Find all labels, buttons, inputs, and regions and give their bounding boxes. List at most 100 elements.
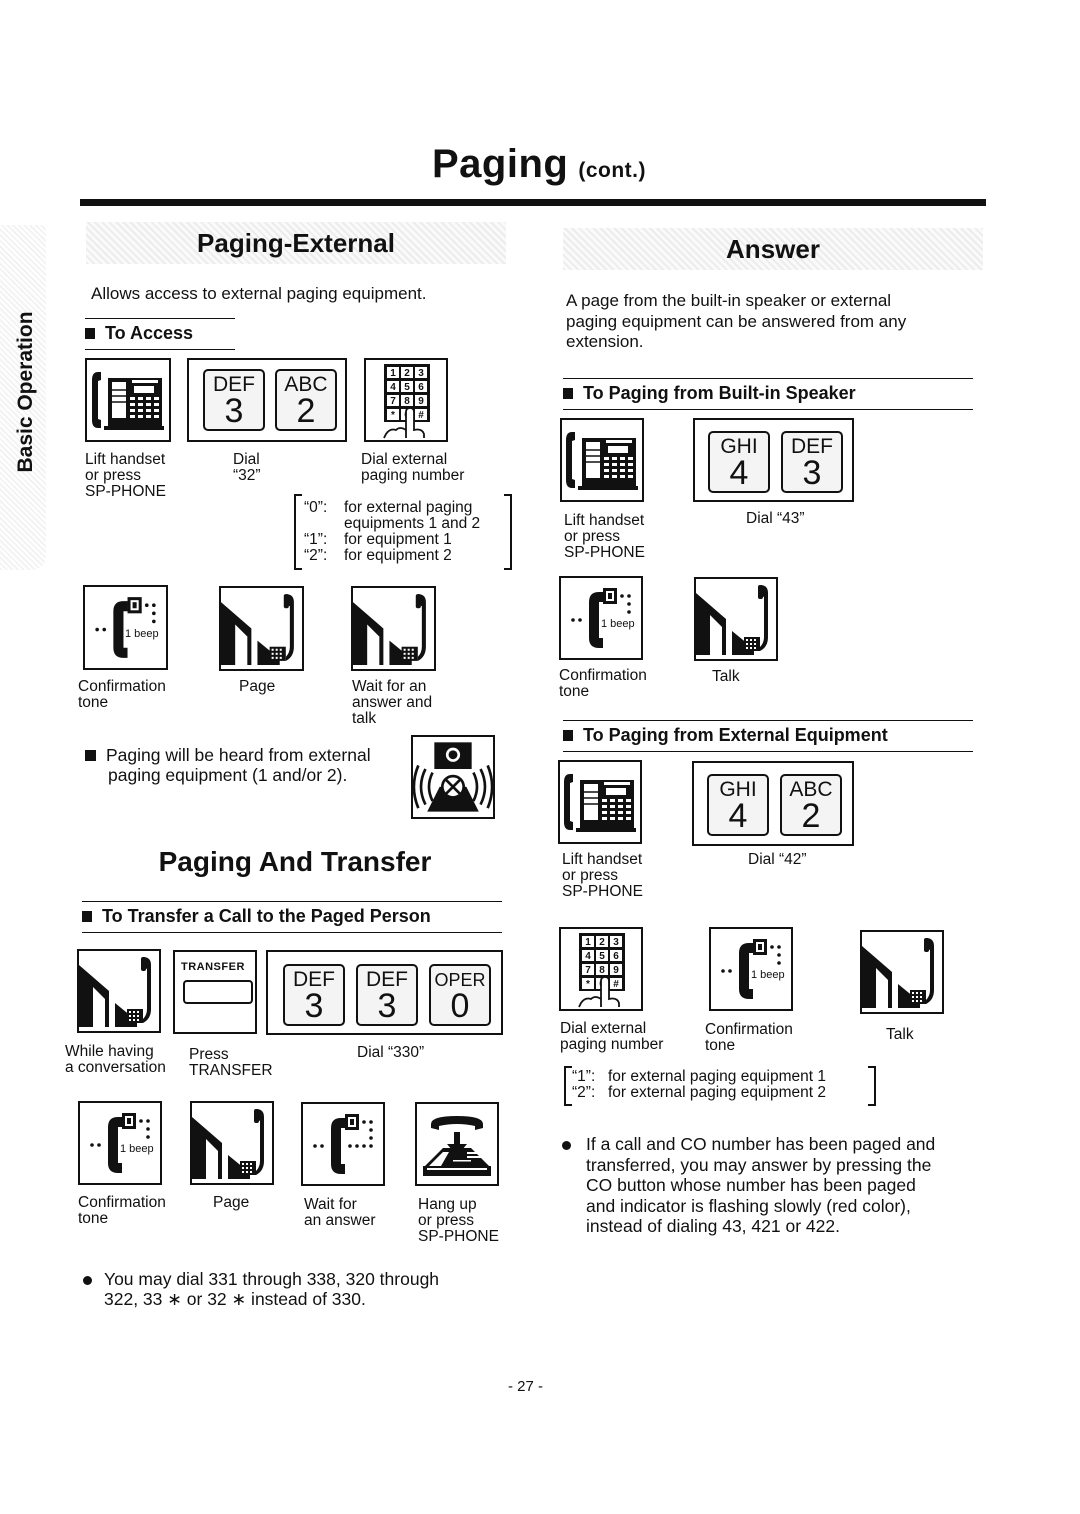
- square-bullet-icon: [85, 328, 95, 339]
- subheading-builtin-speaker: To Paging from Built-in Speaker: [563, 378, 973, 410]
- page-talk-icon: [353, 588, 434, 669]
- external-number-note: “0”: for external paging equipments 1 and…: [294, 494, 512, 570]
- square-bullet-icon: [82, 911, 92, 922]
- keypad-finger-icon: [561, 929, 641, 1009]
- confirmation-tone-step: 1 beep: [559, 576, 643, 660]
- caption-talk: Talk: [712, 668, 740, 685]
- section-heading-paging-external: Paging-External: [86, 222, 506, 264]
- dial-external-number-step: [559, 927, 643, 1011]
- section-heading-paging-transfer: Paging And Transfer: [158, 846, 432, 877]
- paging-external-description: Allows access to external paging equipme…: [91, 284, 427, 303]
- subheading-external-equipment: To Paging from External Equipment: [563, 720, 973, 752]
- caption-talk: Talk: [886, 1026, 914, 1043]
- phone-handset-icon: [562, 420, 642, 500]
- dial-43-step: GHI 4 DEF 3: [693, 418, 854, 502]
- beep-label: 1 beep: [751, 969, 785, 981]
- caption-dial-42: Dial “42”: [748, 851, 807, 868]
- keypad-finger-icon: [366, 360, 446, 440]
- caption-lift-handset: Lift handset or press SP-PHONE: [562, 851, 643, 900]
- caption-confirmation-tone: Confirmation tone: [559, 667, 647, 700]
- transfer-button-step: TRANSFER: [173, 950, 257, 1034]
- section-heading-answer: Answer: [563, 228, 983, 270]
- beep-label: 1 beep: [601, 618, 635, 630]
- title-rule: [80, 199, 986, 206]
- caption-dial-32: Dial “32”: [233, 451, 261, 484]
- caption-dial-external: Dial external paging number: [361, 451, 465, 484]
- square-bullet-icon: [563, 730, 573, 741]
- confirmation-tone-step: 1 beep: [709, 927, 793, 1011]
- phone-handset-icon: [560, 762, 640, 842]
- caption-dial-330: Dial “330”: [357, 1044, 425, 1061]
- answer-description: A page from the built-in speaker or exte…: [566, 291, 907, 351]
- confirmation-tone-step: 1 beep: [78, 1101, 162, 1185]
- external-paging-info: Paging will be heard from external pagin…: [85, 745, 371, 785]
- caption-lift-handset: Lift handset or press SP-PHONE: [85, 451, 166, 500]
- external-speaker-illustration: [411, 735, 495, 819]
- lift-handset-step: [560, 418, 644, 502]
- dial-32-step: DEF 3 ABC 2: [187, 358, 347, 442]
- square-bullet-icon: [563, 388, 573, 399]
- lift-handset-step: [85, 358, 171, 442]
- key-2: ABC 2: [780, 774, 842, 836]
- talk-step: [694, 577, 778, 661]
- page-number: - 27 -: [508, 1378, 544, 1395]
- talk-step: [860, 930, 944, 1014]
- bullet-icon: [83, 1276, 92, 1285]
- key-2: ABC 2: [275, 369, 337, 431]
- page-talk-icon: [221, 588, 302, 669]
- beep-label: 1 beep: [120, 1143, 154, 1155]
- caption-dial-43: Dial “43”: [746, 510, 805, 527]
- caption-wait-for-answer: Wait for an answer: [304, 1196, 376, 1229]
- square-bullet-icon: [85, 750, 96, 761]
- hang-up-step: [415, 1102, 499, 1186]
- page-step: [190, 1101, 274, 1185]
- caption-confirmation-tone: Confirmation tone: [78, 1194, 166, 1227]
- side-tab-label: Basic Operation: [14, 311, 37, 473]
- page-talk-icon: [862, 932, 942, 1012]
- caption-confirmation-tone: Confirmation tone: [78, 678, 166, 711]
- caption-wait-answer-talk: Wait for an answer and talk: [352, 678, 433, 727]
- co-button-note: If a call and CO number has been paged a…: [562, 1134, 935, 1237]
- caption-dial-external: Dial external paging number: [560, 1020, 664, 1053]
- transfer-dial-note: You may dial 331 through 338, 320 throug…: [83, 1269, 439, 1309]
- key-3: DEF 3: [356, 964, 418, 1026]
- page-talk-icon: [696, 579, 776, 659]
- hang-up-icon: [417, 1104, 497, 1184]
- transfer-button-icon: [183, 980, 253, 1004]
- caption-page: Page: [239, 678, 276, 695]
- subheading-transfer-call: To Transfer a Call to the Paged Person: [82, 901, 502, 933]
- dial-external-number-step: [364, 358, 448, 442]
- dial-330-step: DEF 3 DEF 3 OPER 0: [266, 950, 503, 1035]
- caption-page: Page: [213, 1194, 250, 1211]
- page-talk-icon: [79, 951, 159, 1031]
- page-title: Paging (cont.): [432, 142, 646, 186]
- page-step: [219, 586, 304, 671]
- caption-confirmation-tone: Confirmation tone: [705, 1021, 793, 1054]
- key-3: DEF 3: [203, 369, 265, 431]
- wait-answer-step: [301, 1102, 385, 1186]
- external-equipment-note: “1”: for external paging equipment 1 “2”:…: [564, 1066, 876, 1106]
- speaker-icon: [413, 737, 493, 817]
- key-0: OPER 0: [429, 964, 491, 1026]
- caption-while-conversation: While having a conversation: [65, 1043, 166, 1076]
- page-talk-icon: [192, 1103, 272, 1183]
- subheading-to-access: To Access: [85, 318, 235, 350]
- beep-label: 1 beep: [125, 628, 159, 640]
- key-4: GHI 4: [708, 431, 770, 493]
- bullet-icon: [562, 1141, 571, 1150]
- caption-press-transfer: Press TRANSFER: [189, 1046, 273, 1079]
- dial-42-step: GHI 4 ABC 2: [692, 761, 854, 846]
- confirmation-tone-step: 1 beep: [83, 585, 168, 670]
- caption-lift-handset: Lift handset or press SP-PHONE: [564, 512, 645, 561]
- key-4: GHI 4: [707, 774, 769, 836]
- key-3: DEF 3: [781, 431, 843, 493]
- title-suffix: (cont.): [578, 159, 646, 182]
- wait-answer-talk-step: [351, 586, 436, 671]
- caption-hang-up: Hang up or press SP-PHONE: [418, 1196, 499, 1245]
- key-3: DEF 3: [283, 964, 345, 1026]
- phone-handset-icon: [87, 360, 169, 440]
- transfer-label: TRANSFER: [181, 961, 245, 973]
- lift-handset-step: [558, 760, 642, 844]
- conversation-step: [77, 949, 161, 1033]
- waiting-tone-icon: [303, 1104, 383, 1184]
